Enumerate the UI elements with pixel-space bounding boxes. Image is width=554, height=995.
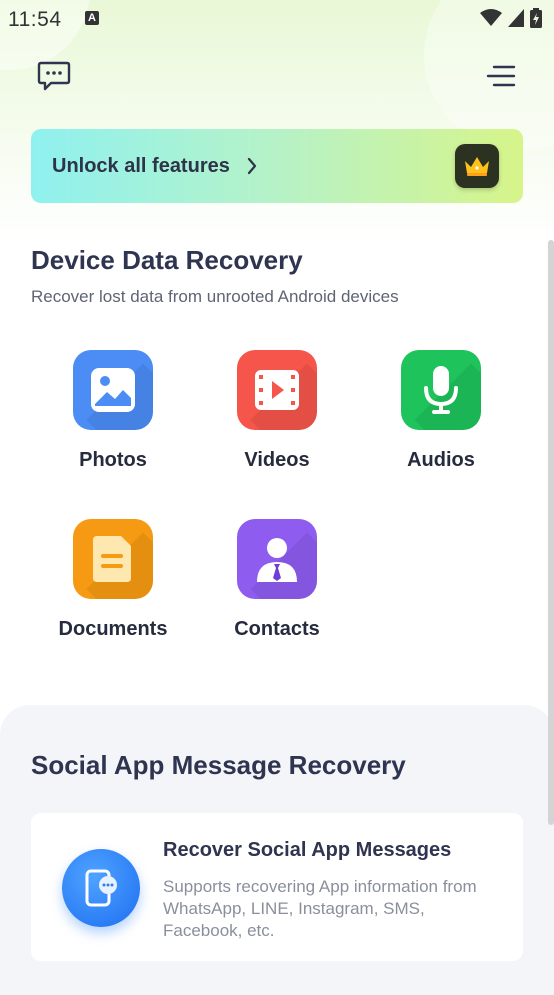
documents-label: Documents [58,618,168,640]
phone-message-icon [85,869,117,907]
notification-icon: A [85,11,99,25]
social-card-description: Supports recovering App information from… [163,877,477,940]
chat-bubble-icon [37,61,71,91]
contacts-icon-box [237,519,317,599]
unlock-features-label: Unlock all features [52,155,230,177]
unlock-features-banner[interactable]: Unlock all features [31,129,523,203]
contact-icon [257,538,297,582]
premium-badge [455,144,499,188]
social-card-title: Recover Social App Messages [163,839,452,861]
status-bar: 11:54 A [0,0,554,36]
device-recovery-title: Device Data Recovery [31,245,303,275]
contacts-label: Contacts [234,618,320,640]
battery-icon [530,8,542,28]
contacts-tile[interactable]: Contacts [195,519,359,641]
photo-icon [91,368,135,412]
audios-label: Audios [407,449,475,471]
scrollbar[interactable] [548,240,554,825]
wifi-icon [480,9,502,26]
photos-tile[interactable]: Photos [31,350,195,472]
signal-icon [508,9,524,27]
social-recovery-card[interactable]: Recover Social App Messages Supports rec… [31,813,523,961]
social-recovery-title: Social App Message Recovery [31,750,406,780]
hamburger-menu-icon [486,65,516,87]
photos-label: Photos [79,449,147,471]
status-time: 11:54 [8,8,62,31]
videos-icon-box [237,350,317,430]
menu-button[interactable] [483,58,519,94]
videos-label: Videos [244,449,310,471]
crown-icon [465,157,489,176]
documents-tile[interactable]: Documents [31,519,195,641]
feedback-button[interactable] [36,58,72,94]
documents-icon-box [73,519,153,599]
device-recovery-subtitle: Recover lost data from unrooted Android … [31,287,399,306]
audios-icon-box [401,350,481,430]
videos-tile[interactable]: Videos [195,350,359,472]
header-background [0,0,554,240]
social-card-icon-circle [62,849,140,927]
photos-icon-box [73,350,153,430]
status-icons [480,8,542,28]
document-icon [93,536,131,582]
video-icon [255,370,299,410]
audios-tile[interactable]: Audios [359,350,523,472]
chevron-right-icon [247,157,257,175]
microphone-icon [424,366,458,414]
